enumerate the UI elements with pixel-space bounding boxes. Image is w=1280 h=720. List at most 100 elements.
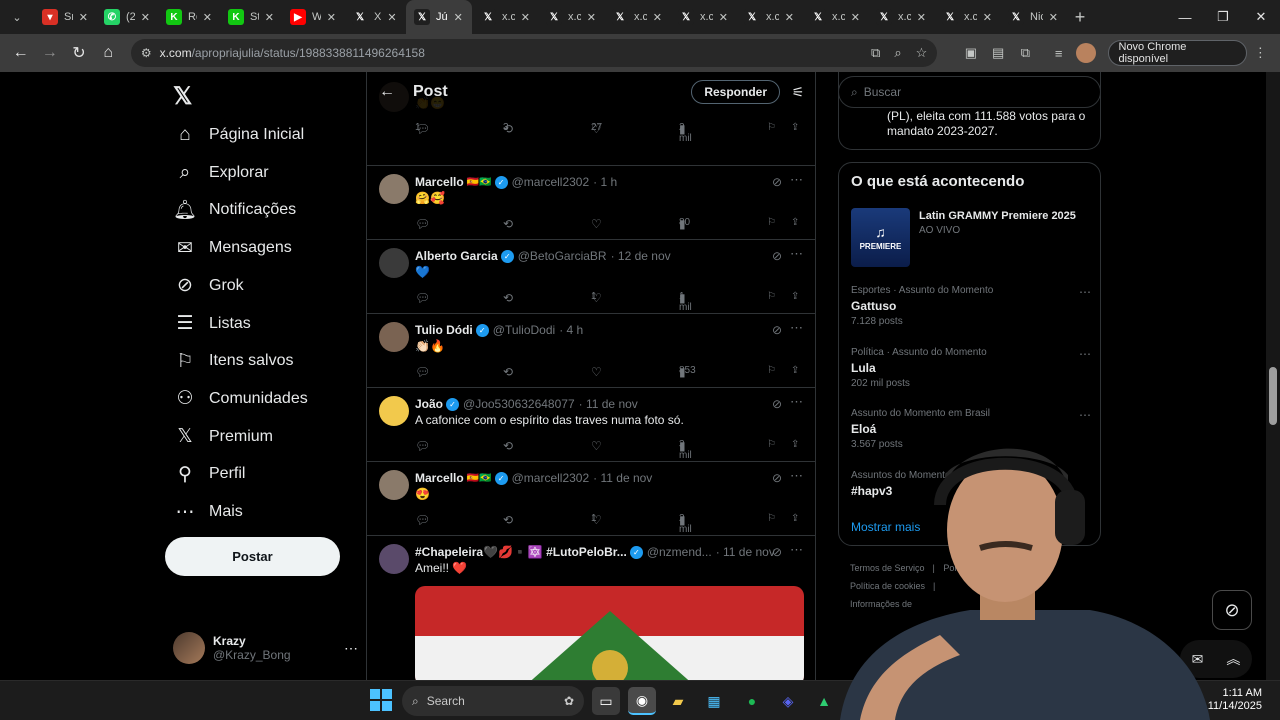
avatar[interactable]: [379, 396, 409, 426]
tab-7[interactable]: 𝕏x.com ✕: [472, 0, 538, 34]
grok-icon[interactable]: ⊘: [772, 397, 782, 411]
nav-item-messages[interactable]: ✉ Mensagens: [173, 230, 292, 266]
close-window-button[interactable]: ✕: [1242, 0, 1280, 34]
close-tab-icon[interactable]: ✕: [587, 11, 596, 24]
reply-image[interactable]: [415, 586, 804, 680]
close-tab-icon[interactable]: ✕: [653, 11, 662, 24]
grok-icon[interactable]: ⊘: [772, 545, 782, 559]
chrome-menu-icon[interactable]: ⋮: [1247, 39, 1274, 67]
site-info-icon[interactable]: ⚙: [141, 46, 152, 60]
show-more-link[interactable]: Mostrar mais: [851, 520, 920, 534]
extension-icon[interactable]: ▣: [957, 39, 984, 67]
close-tab-icon[interactable]: ✕: [79, 11, 88, 24]
tab-8[interactable]: 𝕏x.com ✕: [538, 0, 604, 34]
bookmark-icon[interactable]: ⚐: [767, 365, 776, 376]
post-time[interactable]: · 4 h: [559, 323, 583, 337]
chrome-update-button[interactable]: Novo Chrome disponível: [1107, 40, 1247, 66]
post-time[interactable]: · 11 de nov: [579, 397, 638, 411]
restore-button[interactable]: ❐: [1204, 0, 1242, 34]
author-name[interactable]: João: [415, 397, 443, 411]
close-tab-icon[interactable]: ✕: [454, 11, 463, 24]
tab-14[interactable]: 𝕏x.com ✕: [934, 0, 1000, 34]
reply-button[interactable]: Responder: [691, 80, 780, 104]
share-icon[interactable]: ⇪: [791, 365, 799, 376]
more-icon[interactable]: ⋯: [344, 640, 358, 657]
file-explorer-icon[interactable]: ▰: [664, 687, 692, 715]
avatar[interactable]: [379, 544, 409, 574]
chrome-icon[interactable]: ◉: [628, 687, 656, 715]
back-button[interactable]: ←: [6, 38, 35, 68]
author-handle[interactable]: @nzmend...: [647, 545, 712, 559]
close-tab-icon[interactable]: ✕: [521, 11, 530, 24]
close-tab-icon[interactable]: ✕: [265, 11, 274, 24]
app-icon-2[interactable]: ▣: [846, 687, 874, 715]
author-handle[interactable]: @BetoGarciaBR: [518, 249, 607, 263]
media-control-icon[interactable]: ≡: [1045, 39, 1072, 67]
profile-avatar[interactable]: [1072, 39, 1099, 67]
close-tab-icon[interactable]: ✕: [387, 11, 396, 24]
close-tab-icon[interactable]: ✕: [203, 11, 212, 24]
page-scrollbar[interactable]: [1266, 72, 1280, 680]
post-time[interactable]: · 11 de nov: [716, 545, 775, 559]
nav-item-home[interactable]: ⌂ Página Inicial: [173, 117, 304, 153]
messages-drawer[interactable]: ✉ ︽: [1180, 640, 1252, 678]
close-tab-icon[interactable]: ✕: [719, 11, 728, 24]
app-icon[interactable]: ▲: [810, 687, 838, 715]
microsoft-store-icon[interactable]: ▦: [700, 687, 728, 715]
more-icon[interactable]: ⋯: [790, 468, 804, 484]
more-icon[interactable]: ⋯: [1079, 285, 1091, 299]
install-app-icon[interactable]: ⧉: [871, 45, 880, 61]
tab-0[interactable]: ▾ Smart ✕: [34, 0, 96, 34]
grok-icon[interactable]: ⊘: [772, 323, 782, 337]
discord-icon[interactable]: ◈: [774, 687, 802, 715]
bookmark-icon[interactable]: ⚐: [767, 217, 776, 228]
tab-2[interactable]: K Robfo ✕: [158, 0, 220, 34]
grok-icon[interactable]: ⊘: [772, 175, 782, 189]
windows-start-icon[interactable]: [370, 689, 392, 711]
trend-item[interactable]: Assuntos do Momento #hapv3: [851, 470, 1091, 526]
close-tab-icon[interactable]: ✕: [983, 11, 992, 24]
post-button[interactable]: Postar: [165, 537, 340, 576]
tab-15[interactable]: 𝕏 Nick9 ✕: [1000, 0, 1066, 34]
reply-item[interactable]: Alberto Garcia ✓ @BetoGarciaBR · 12 de nov ⊘…: [367, 240, 815, 314]
nav-item-communities[interactable]: ⚇ Comunidades: [173, 381, 307, 417]
obs-icon[interactable]: ◍: [884, 687, 912, 715]
new-tab-button[interactable]: +: [1066, 0, 1094, 34]
author-name[interactable]: Marcello: [415, 175, 464, 189]
expand-icon[interactable]: ︽: [1226, 649, 1240, 669]
minimize-button[interactable]: —: [1166, 0, 1204, 34]
search-input[interactable]: ⌕ Buscar: [838, 76, 1101, 108]
account-switcher[interactable]: Krazy @Krazy_Bong ⋯: [173, 628, 358, 668]
address-bar[interactable]: ⚙ x.com/apropriajulia/status/19883388114…: [130, 39, 938, 67]
author-name[interactable]: #Chapeleira🖤💋▪️🔯 #LutoPeloBr...: [415, 545, 627, 559]
tab-4[interactable]: ▶ Wuthe ✕: [282, 0, 344, 34]
reply-item[interactable]: João ✓ @Joo530632648077 · 11 de nov ⊘ ⋯ A cafo…: [367, 388, 815, 462]
zoom-icon[interactable]: ⌕: [894, 45, 901, 61]
task-view-icon[interactable]: ▭: [592, 687, 620, 715]
tab-6[interactable]: 𝕏 Jú ✕: [406, 0, 472, 34]
volume-icon[interactable]: 🔊︎: [1187, 694, 1194, 707]
featured-event[interactable]: ♫ PREMIERE Latin GRAMMY Premiere 2025 AO…: [851, 208, 1091, 268]
nav-item-profile[interactable]: ⚲ Perfil: [173, 456, 245, 492]
tab-11[interactable]: 𝕏x.com ✕: [736, 0, 802, 34]
more-icon[interactable]: ⋯: [790, 320, 804, 336]
bookmark-icon[interactable]: ⚐: [767, 439, 776, 450]
reply-item[interactable]: Marcello 🇪🇸🇧🇷 ✓ @marcell2302 · 1 h ⊘ ⋯ 🤗🥰 💬︎ ⟲ ♡ ▮ 8…: [367, 166, 815, 240]
scrollbar-thumb[interactable]: [1269, 367, 1277, 425]
bookmark-icon[interactable]: ⚐: [767, 291, 776, 302]
close-tab-icon[interactable]: ✕: [917, 11, 926, 24]
share-icon[interactable]: ⇪: [791, 513, 799, 524]
footer-link[interactable]: Política de cookies: [850, 581, 925, 591]
author-handle[interactable]: @Joo530632648077: [463, 397, 575, 411]
author-name[interactable]: Alberto Garcia: [415, 249, 498, 263]
nav-item-grok[interactable]: ⊘ Grok: [173, 268, 244, 304]
grok-icon[interactable]: ⊘: [1212, 590, 1252, 630]
back-arrow-icon[interactable]: ←: [367, 72, 407, 112]
more-icon[interactable]: ⋯: [1079, 408, 1091, 422]
tab-10[interactable]: 𝕏x.com ✕: [670, 0, 736, 34]
tab-13[interactable]: 𝕏x.com ✕: [868, 0, 934, 34]
nav-item-more[interactable]: ⋯ Mais: [173, 494, 243, 530]
trend-item[interactable]: Esportes · Assunto do Momento Gattuso 7.12…: [851, 285, 1091, 341]
close-tab-icon[interactable]: ✕: [785, 11, 794, 24]
reply-item[interactable]: Marcello 🇪🇸🇧🇷 ✓ @marcell2302 · 11 de nov ⊘ ⋯ 😍 💬…: [367, 462, 815, 536]
